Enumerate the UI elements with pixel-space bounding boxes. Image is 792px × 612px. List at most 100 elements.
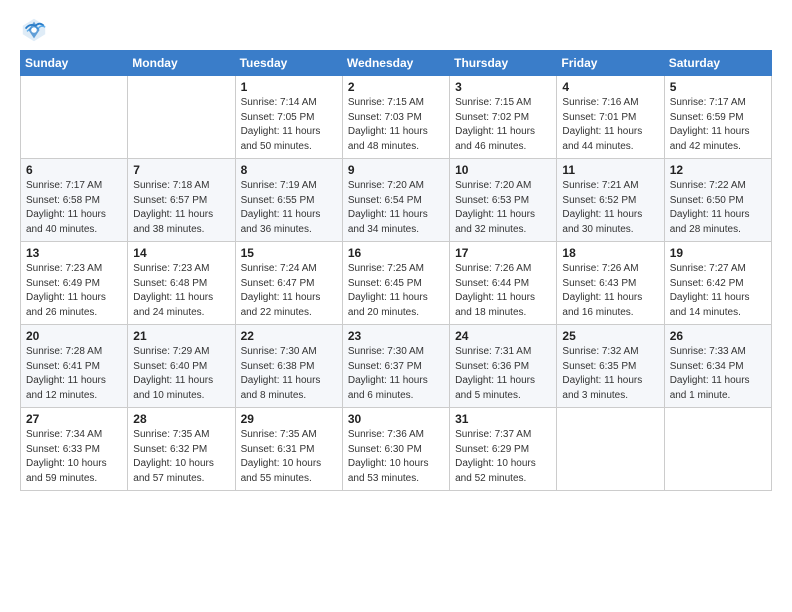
day-number: 11	[562, 163, 658, 177]
day-detail: Sunrise: 7:19 AMSunset: 6:55 PMDaylight:…	[241, 180, 321, 235]
calendar-weekday-saturday: Saturday	[664, 51, 771, 76]
day-detail: Sunrise: 7:23 AMSunset: 6:49 PMDaylight:…	[26, 263, 106, 318]
calendar-weekday-friday: Friday	[557, 51, 664, 76]
day-number: 25	[562, 329, 658, 343]
day-detail: Sunrise: 7:29 AMSunset: 6:40 PMDaylight:…	[133, 346, 213, 401]
calendar-cell: 1 Sunrise: 7:14 AMSunset: 7:05 PMDayligh…	[235, 76, 342, 159]
calendar-cell	[128, 76, 235, 159]
calendar-cell: 20 Sunrise: 7:28 AMSunset: 6:41 PMDaylig…	[21, 325, 128, 408]
day-detail: Sunrise: 7:14 AMSunset: 7:05 PMDaylight:…	[241, 97, 321, 152]
calendar-week-row: 20 Sunrise: 7:28 AMSunset: 6:41 PMDaylig…	[21, 325, 772, 408]
calendar-cell: 10 Sunrise: 7:20 AMSunset: 6:53 PMDaylig…	[450, 159, 557, 242]
day-detail: Sunrise: 7:20 AMSunset: 6:53 PMDaylight:…	[455, 180, 535, 235]
calendar-weekday-tuesday: Tuesday	[235, 51, 342, 76]
calendar-cell: 4 Sunrise: 7:16 AMSunset: 7:01 PMDayligh…	[557, 76, 664, 159]
header	[20, 16, 772, 44]
calendar-cell: 16 Sunrise: 7:25 AMSunset: 6:45 PMDaylig…	[342, 242, 449, 325]
day-detail: Sunrise: 7:28 AMSunset: 6:41 PMDaylight:…	[26, 346, 106, 401]
day-detail: Sunrise: 7:31 AMSunset: 6:36 PMDaylight:…	[455, 346, 535, 401]
day-number: 5	[670, 80, 766, 94]
day-detail: Sunrise: 7:36 AMSunset: 6:30 PMDaylight:…	[348, 429, 429, 484]
day-detail: Sunrise: 7:22 AMSunset: 6:50 PMDaylight:…	[670, 180, 750, 235]
calendar-week-row: 27 Sunrise: 7:34 AMSunset: 6:33 PMDaylig…	[21, 408, 772, 491]
calendar-cell: 12 Sunrise: 7:22 AMSunset: 6:50 PMDaylig…	[664, 159, 771, 242]
day-detail: Sunrise: 7:26 AMSunset: 6:44 PMDaylight:…	[455, 263, 535, 318]
calendar-cell: 14 Sunrise: 7:23 AMSunset: 6:48 PMDaylig…	[128, 242, 235, 325]
day-detail: Sunrise: 7:21 AMSunset: 6:52 PMDaylight:…	[562, 180, 642, 235]
day-detail: Sunrise: 7:24 AMSunset: 6:47 PMDaylight:…	[241, 263, 321, 318]
calendar-cell: 13 Sunrise: 7:23 AMSunset: 6:49 PMDaylig…	[21, 242, 128, 325]
day-number: 8	[241, 163, 337, 177]
day-detail: Sunrise: 7:32 AMSunset: 6:35 PMDaylight:…	[562, 346, 642, 401]
day-detail: Sunrise: 7:18 AMSunset: 6:57 PMDaylight:…	[133, 180, 213, 235]
calendar-cell	[664, 408, 771, 491]
day-number: 26	[670, 329, 766, 343]
day-number: 21	[133, 329, 229, 343]
day-detail: Sunrise: 7:15 AMSunset: 7:02 PMDaylight:…	[455, 97, 535, 152]
day-number: 14	[133, 246, 229, 260]
day-number: 23	[348, 329, 444, 343]
calendar-table: SundayMondayTuesdayWednesdayThursdayFrid…	[20, 50, 772, 491]
day-number: 12	[670, 163, 766, 177]
calendar-week-row: 6 Sunrise: 7:17 AMSunset: 6:58 PMDayligh…	[21, 159, 772, 242]
day-number: 20	[26, 329, 122, 343]
calendar-cell: 3 Sunrise: 7:15 AMSunset: 7:02 PMDayligh…	[450, 76, 557, 159]
day-detail: Sunrise: 7:33 AMSunset: 6:34 PMDaylight:…	[670, 346, 750, 401]
day-number: 24	[455, 329, 551, 343]
calendar-cell: 26 Sunrise: 7:33 AMSunset: 6:34 PMDaylig…	[664, 325, 771, 408]
day-number: 30	[348, 412, 444, 426]
day-detail: Sunrise: 7:34 AMSunset: 6:33 PMDaylight:…	[26, 429, 107, 484]
calendar-cell: 22 Sunrise: 7:30 AMSunset: 6:38 PMDaylig…	[235, 325, 342, 408]
calendar-cell: 5 Sunrise: 7:17 AMSunset: 6:59 PMDayligh…	[664, 76, 771, 159]
day-number: 13	[26, 246, 122, 260]
day-detail: Sunrise: 7:35 AMSunset: 6:31 PMDaylight:…	[241, 429, 322, 484]
day-number: 19	[670, 246, 766, 260]
calendar-cell: 17 Sunrise: 7:26 AMSunset: 6:44 PMDaylig…	[450, 242, 557, 325]
day-number: 3	[455, 80, 551, 94]
day-number: 17	[455, 246, 551, 260]
calendar-cell: 11 Sunrise: 7:21 AMSunset: 6:52 PMDaylig…	[557, 159, 664, 242]
day-detail: Sunrise: 7:27 AMSunset: 6:42 PMDaylight:…	[670, 263, 750, 318]
page: SundayMondayTuesdayWednesdayThursdayFrid…	[0, 0, 792, 501]
calendar-week-row: 13 Sunrise: 7:23 AMSunset: 6:49 PMDaylig…	[21, 242, 772, 325]
day-number: 9	[348, 163, 444, 177]
day-number: 18	[562, 246, 658, 260]
calendar-weekday-monday: Monday	[128, 51, 235, 76]
calendar-cell: 29 Sunrise: 7:35 AMSunset: 6:31 PMDaylig…	[235, 408, 342, 491]
day-detail: Sunrise: 7:35 AMSunset: 6:32 PMDaylight:…	[133, 429, 214, 484]
calendar-cell: 24 Sunrise: 7:31 AMSunset: 6:36 PMDaylig…	[450, 325, 557, 408]
calendar-cell: 2 Sunrise: 7:15 AMSunset: 7:03 PMDayligh…	[342, 76, 449, 159]
day-detail: Sunrise: 7:20 AMSunset: 6:54 PMDaylight:…	[348, 180, 428, 235]
day-number: 28	[133, 412, 229, 426]
day-detail: Sunrise: 7:17 AMSunset: 6:58 PMDaylight:…	[26, 180, 106, 235]
calendar-weekday-sunday: Sunday	[21, 51, 128, 76]
calendar-cell: 7 Sunrise: 7:18 AMSunset: 6:57 PMDayligh…	[128, 159, 235, 242]
day-detail: Sunrise: 7:25 AMSunset: 6:45 PMDaylight:…	[348, 263, 428, 318]
calendar-cell: 27 Sunrise: 7:34 AMSunset: 6:33 PMDaylig…	[21, 408, 128, 491]
calendar-cell: 15 Sunrise: 7:24 AMSunset: 6:47 PMDaylig…	[235, 242, 342, 325]
day-number: 31	[455, 412, 551, 426]
calendar-cell: 31 Sunrise: 7:37 AMSunset: 6:29 PMDaylig…	[450, 408, 557, 491]
calendar-cell: 6 Sunrise: 7:17 AMSunset: 6:58 PMDayligh…	[21, 159, 128, 242]
calendar-cell: 21 Sunrise: 7:29 AMSunset: 6:40 PMDaylig…	[128, 325, 235, 408]
day-number: 1	[241, 80, 337, 94]
day-detail: Sunrise: 7:17 AMSunset: 6:59 PMDaylight:…	[670, 97, 750, 152]
calendar-cell: 8 Sunrise: 7:19 AMSunset: 6:55 PMDayligh…	[235, 159, 342, 242]
calendar-cell	[21, 76, 128, 159]
day-detail: Sunrise: 7:23 AMSunset: 6:48 PMDaylight:…	[133, 263, 213, 318]
day-number: 2	[348, 80, 444, 94]
calendar-cell: 28 Sunrise: 7:35 AMSunset: 6:32 PMDaylig…	[128, 408, 235, 491]
day-number: 29	[241, 412, 337, 426]
logo	[20, 16, 52, 44]
calendar-cell: 19 Sunrise: 7:27 AMSunset: 6:42 PMDaylig…	[664, 242, 771, 325]
day-number: 10	[455, 163, 551, 177]
day-detail: Sunrise: 7:30 AMSunset: 6:38 PMDaylight:…	[241, 346, 321, 401]
day-detail: Sunrise: 7:16 AMSunset: 7:01 PMDaylight:…	[562, 97, 642, 152]
calendar-cell: 25 Sunrise: 7:32 AMSunset: 6:35 PMDaylig…	[557, 325, 664, 408]
day-detail: Sunrise: 7:15 AMSunset: 7:03 PMDaylight:…	[348, 97, 428, 152]
calendar-cell: 23 Sunrise: 7:30 AMSunset: 6:37 PMDaylig…	[342, 325, 449, 408]
calendar-header-row: SundayMondayTuesdayWednesdayThursdayFrid…	[21, 51, 772, 76]
calendar-cell: 9 Sunrise: 7:20 AMSunset: 6:54 PMDayligh…	[342, 159, 449, 242]
day-number: 22	[241, 329, 337, 343]
day-number: 15	[241, 246, 337, 260]
